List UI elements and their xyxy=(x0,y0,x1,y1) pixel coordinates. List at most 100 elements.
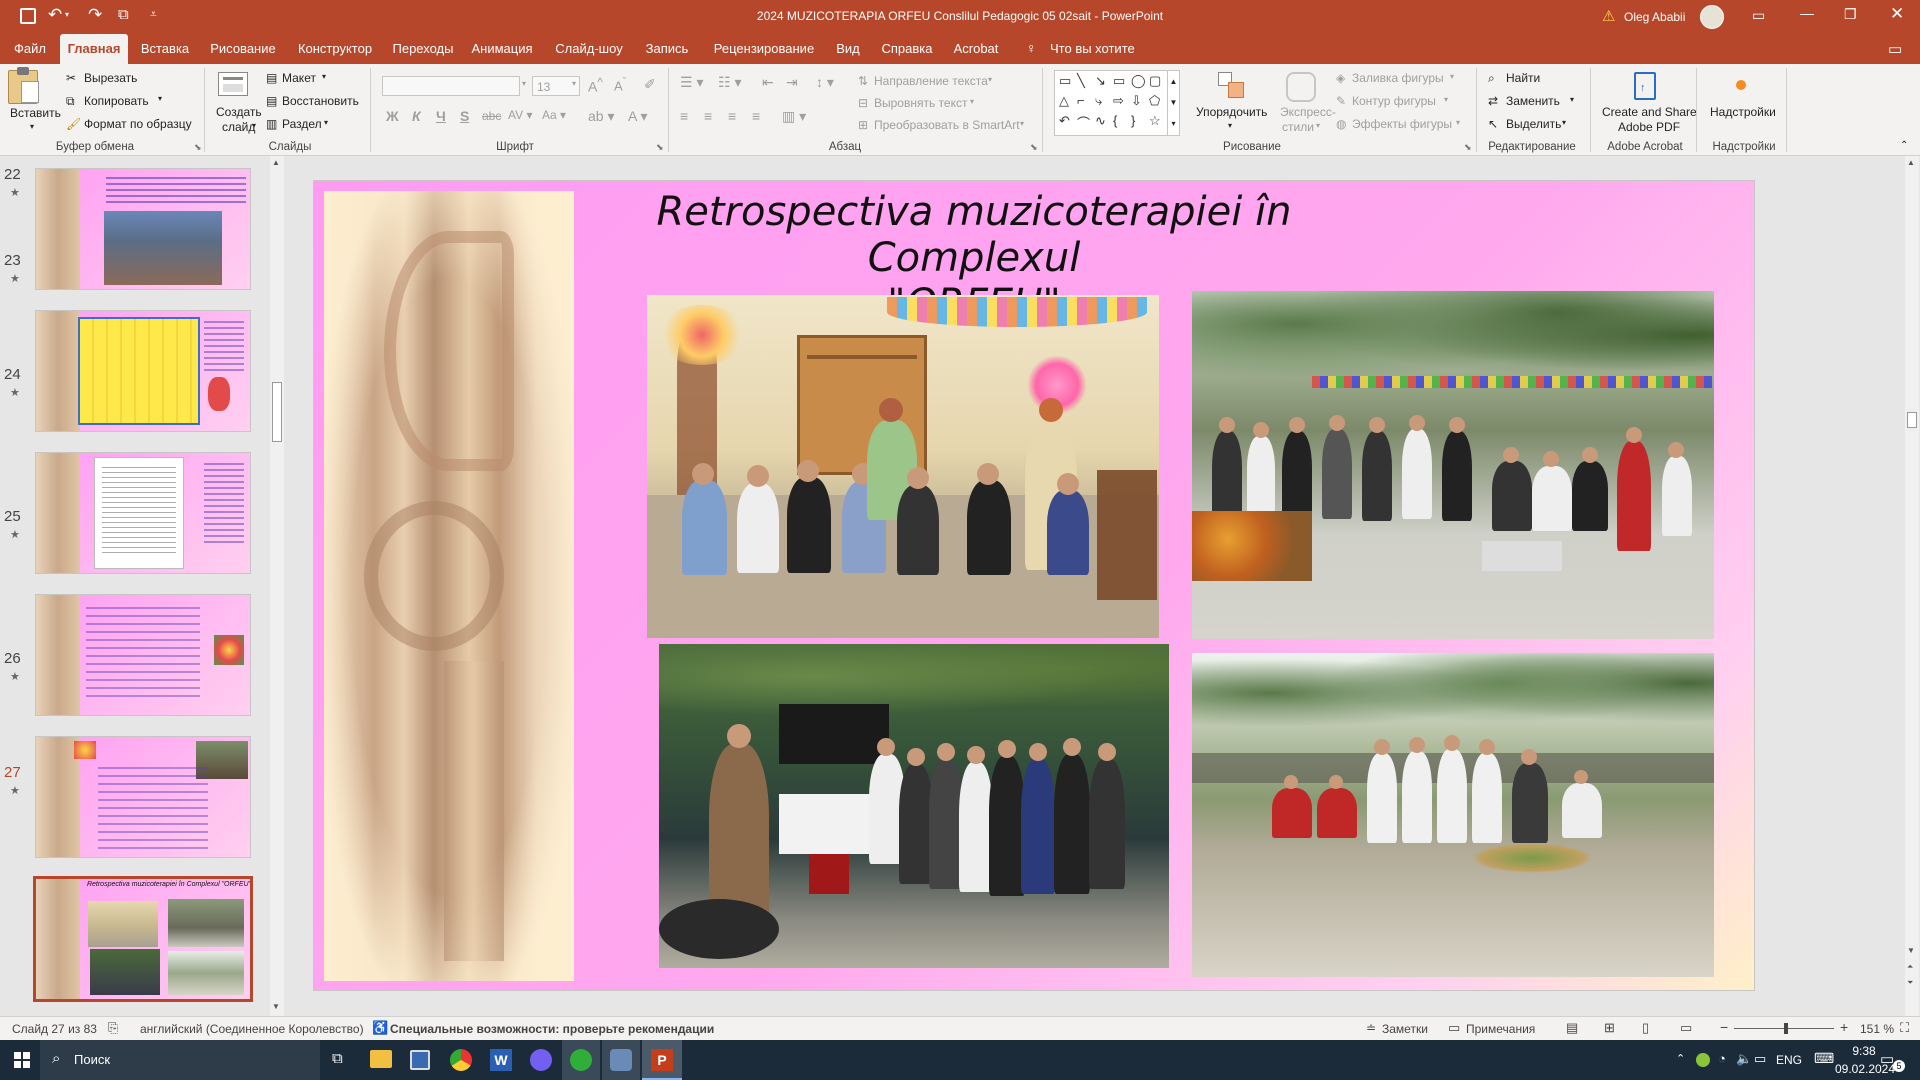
align-left-icon[interactable]: ≡ xyxy=(680,108,688,124)
slide-thumbnail-27[interactable]: Retrospectiva muzicoterapiei în Complexu… xyxy=(33,876,253,1002)
notes-button[interactable]: Заметки xyxy=(1382,1022,1428,1036)
spell-check-icon[interactable]: ⎘ xyxy=(108,1020,118,1036)
tab-animations[interactable]: Анимация xyxy=(468,34,536,64)
quick-styles-icon[interactable] xyxy=(1286,72,1316,102)
fit-to-window-icon[interactable]: ⛶ xyxy=(1900,1020,1909,1036)
drawing-launcher-icon[interactable]: ⬊ xyxy=(1464,142,1472,153)
tab-view[interactable]: Вид xyxy=(832,34,864,64)
tab-home[interactable]: Главная xyxy=(60,34,128,64)
freeform-icon[interactable]: ∿ xyxy=(1095,113,1106,129)
zoom-slider-thumb[interactable] xyxy=(1784,1023,1788,1034)
task-view-icon[interactable]: ⧉ xyxy=(332,1050,343,1067)
photo-outdoor-concert[interactable] xyxy=(659,644,1169,968)
slide-canvas[interactable]: Retrospectiva muzicoterapiei în Complexu… xyxy=(313,180,1755,991)
layout-icon[interactable]: ▤ xyxy=(266,71,277,85)
addins-button[interactable]: Надстройки xyxy=(1710,105,1776,119)
select-icon[interactable]: ↖ xyxy=(1488,117,1498,131)
tab-review[interactable]: Рецензирование xyxy=(704,34,824,64)
arrow-line-icon[interactable]: ↘ xyxy=(1095,73,1106,89)
numbering-icon[interactable]: ☷ ▾ xyxy=(718,74,741,91)
volume-icon[interactable]: 🔈 xyxy=(1736,1051,1752,1067)
paste-button[interactable]: Вставить xyxy=(10,106,61,120)
photo-outdoor-event[interactable] xyxy=(1192,291,1714,639)
quick-styles-label-2[interactable]: стили xyxy=(1282,120,1314,134)
font-size-dropdown-icon[interactable]: ▾ xyxy=(572,79,576,88)
quick-styles-button[interactable]: Экспресс- xyxy=(1280,105,1336,119)
shape-fill-icon[interactable]: ◈ xyxy=(1336,71,1345,85)
paste-dropdown-icon[interactable]: ▾ xyxy=(30,122,34,131)
align-text-button[interactable]: Выровнять текст xyxy=(874,96,967,110)
section-icon[interactable]: ▥ xyxy=(266,117,277,131)
strikethrough-icon[interactable]: abc xyxy=(482,109,501,123)
slide-thumbnail-22[interactable] xyxy=(35,168,251,290)
font-name-dropdown-icon[interactable]: ▾ xyxy=(522,79,526,88)
arrange-dropdown-icon[interactable]: ▾ xyxy=(1228,121,1232,130)
character-spacing-icon[interactable]: AV ▾ xyxy=(508,108,532,122)
layout-dropdown-icon[interactable]: ▾ xyxy=(322,72,326,81)
oval-icon[interactable]: ◯ xyxy=(1131,73,1146,89)
bullets-icon[interactable]: ☰ ▾ xyxy=(680,74,703,91)
align-right-icon[interactable]: ≡ xyxy=(728,108,736,124)
scroll-up-icon[interactable]: ▲ xyxy=(1907,158,1915,167)
shape-outline-icon[interactable]: ✎ xyxy=(1336,94,1346,108)
star-icon[interactable]: ☆ xyxy=(1149,113,1161,129)
normal-view-icon[interactable]: ▤ xyxy=(1566,1020,1578,1036)
accessibility-status[interactable]: Специальные возможности: проверьте реком… xyxy=(390,1022,714,1036)
collapse-ribbon-icon[interactable]: ⌃ xyxy=(1900,140,1908,151)
underline-button[interactable]: Ч xyxy=(436,108,446,124)
curve-icon[interactable]: ↶ xyxy=(1059,113,1070,129)
scroll-up-icon[interactable]: ▲ xyxy=(272,158,280,167)
word-icon[interactable]: W xyxy=(490,1049,512,1071)
photo-outdoor-performance[interactable] xyxy=(1192,653,1714,977)
columns-icon[interactable]: ▥ ▾ xyxy=(782,108,806,125)
font-color-icon[interactable]: A ▾ xyxy=(628,108,647,125)
section-button[interactable]: Раздел xyxy=(282,117,322,131)
zoom-level[interactable]: 151 % xyxy=(1860,1022,1894,1036)
replace-icon[interactable]: ⇄ xyxy=(1488,94,1498,108)
align-text-icon[interactable]: ⊟ xyxy=(858,96,868,110)
tab-transitions[interactable]: Переходы xyxy=(388,34,458,64)
language-indicator[interactable]: ENG xyxy=(1776,1053,1802,1067)
tab-record[interactable]: Запись xyxy=(640,34,694,64)
shape-outline-button[interactable]: Контур фигуры xyxy=(1352,94,1436,108)
zoom-in-icon[interactable]: + xyxy=(1840,1019,1848,1035)
decrease-indent-icon[interactable]: ⇤ xyxy=(762,74,774,91)
avatar[interactable] xyxy=(1700,5,1724,29)
taskbar-powerpoint[interactable]: P xyxy=(642,1040,682,1080)
scroll-down-icon[interactable]: ▼ xyxy=(272,1002,280,1011)
slide-sorter-icon[interactable]: ⊞ xyxy=(1604,1020,1615,1036)
align-center-icon[interactable]: ≡ xyxy=(704,108,712,124)
reset-button[interactable]: Восстановить xyxy=(282,94,359,108)
arrange-button[interactable]: Упорядочить xyxy=(1196,105,1267,119)
font-launcher-icon[interactable]: ⬊ xyxy=(656,142,664,153)
arc-icon[interactable]: ⌒ xyxy=(1077,113,1090,132)
italic-button[interactable]: К xyxy=(412,108,421,124)
brace-right-icon[interactable]: } xyxy=(1131,113,1135,128)
thumbnail-scrollbar[interactable]: ▲ ▼ xyxy=(270,156,284,1016)
line-icon[interactable]: ╲ xyxy=(1077,73,1085,89)
align-text-dropdown-icon[interactable]: ▾ xyxy=(970,97,974,106)
slide-thumbnail-25[interactable] xyxy=(35,594,251,716)
tab-design[interactable]: Конструктор xyxy=(292,34,378,64)
connector-icon[interactable]: ⤷ xyxy=(1095,93,1102,109)
tray-chevron-icon[interactable]: ⌃ xyxy=(1676,1052,1685,1065)
tray-app-icon[interactable] xyxy=(1696,1053,1710,1067)
shape-outline-dropdown-icon[interactable]: ▾ xyxy=(1444,95,1448,104)
new-slide-icon[interactable] xyxy=(218,72,248,96)
tell-me-search[interactable]: Что вы хотите сделать? xyxy=(1050,34,1192,86)
rounded-rect-icon[interactable]: ▢ xyxy=(1149,73,1161,89)
format-painter-button[interactable]: Формат по образцу xyxy=(84,117,192,131)
tab-file[interactable]: Файл xyxy=(8,34,52,64)
slide-thumbnail-23[interactable] xyxy=(35,310,251,432)
increase-font-icon[interactable]: A^ xyxy=(588,76,603,95)
new-slide-dropdown-icon[interactable]: ▾ xyxy=(252,121,256,130)
windows-start-icon[interactable] xyxy=(14,1052,30,1068)
increase-indent-icon[interactable]: ⇥ xyxy=(786,74,798,91)
replace-dropdown-icon[interactable]: ▾ xyxy=(1570,95,1574,104)
down-arrow-icon[interactable]: ⇩ xyxy=(1131,93,1142,109)
highlight-icon[interactable]: ab ▾ xyxy=(588,108,615,125)
tab-insert[interactable]: Вставка xyxy=(136,34,194,64)
slide-thumbnail-26[interactable] xyxy=(35,736,251,858)
select-dropdown-icon[interactable]: ▾ xyxy=(1562,118,1566,127)
arrange-icon[interactable] xyxy=(1218,72,1246,100)
